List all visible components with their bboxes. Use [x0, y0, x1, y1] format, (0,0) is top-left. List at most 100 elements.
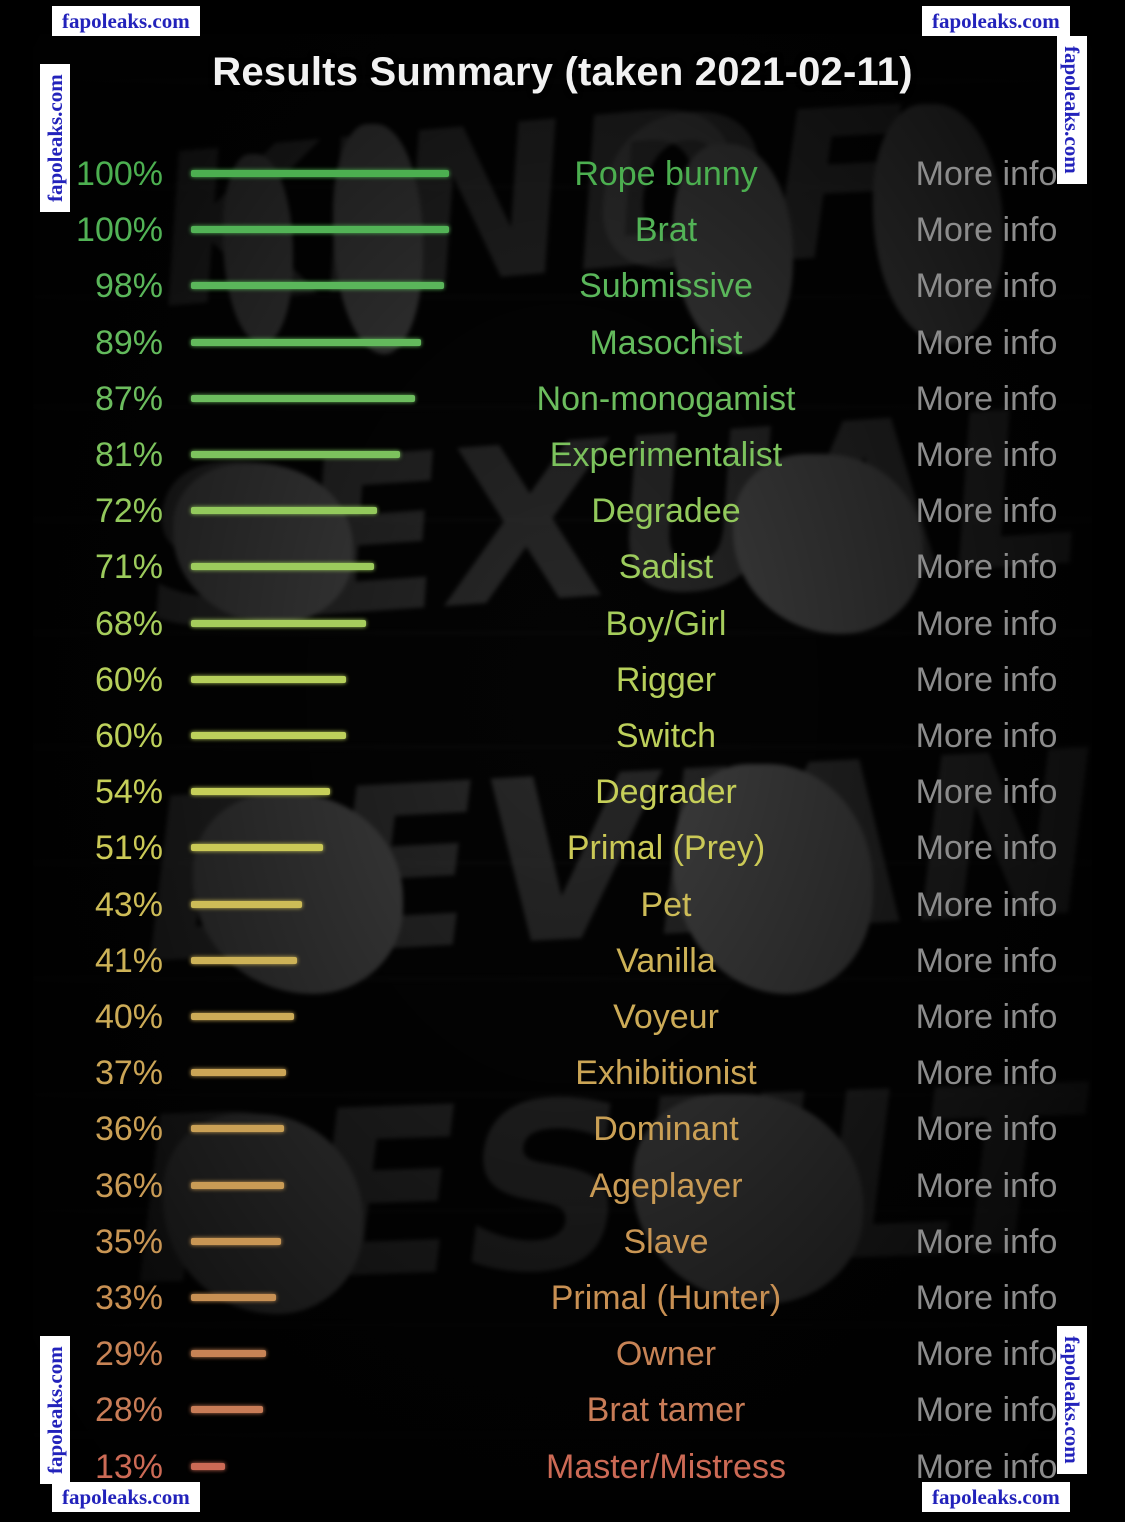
bar-fill	[191, 563, 375, 571]
kink-label: Boy/Girl	[605, 604, 727, 643]
result-row: 36% Ageplayer More info	[33, 1158, 1092, 1214]
kink-label: Daddy/Mommy	[451, 1495, 881, 1500]
bar-fill	[191, 788, 331, 796]
result-row: 100% Rope bunny More info	[33, 146, 1092, 202]
percent-value: 72%	[94, 492, 163, 531]
percent-value: 37%	[94, 1054, 163, 1093]
kink-label: Submissive	[579, 267, 753, 306]
percent-value: 71%	[94, 548, 163, 587]
more-info-link[interactable]: More info	[881, 371, 1092, 427]
watermark-bottom-left-vertical: fapoleaks.com	[40, 1336, 71, 1484]
bar-track	[191, 427, 451, 483]
result-row: 89% Masochist More info	[33, 315, 1092, 371]
kink-label: Exhibitionist	[575, 1054, 757, 1093]
result-row: 54% Degrader More info	[33, 764, 1092, 820]
result-row: 60% Switch More info	[33, 708, 1092, 764]
more-info-link[interactable]: More info	[881, 764, 1092, 820]
bar-track	[191, 258, 451, 314]
kink-label: Experimentalist	[549, 436, 783, 474]
result-row: 36% Dominant More info	[33, 1101, 1092, 1157]
bar-fill	[191, 226, 449, 234]
bar-track	[191, 708, 451, 764]
kink-label: Primal (Prey)	[566, 829, 766, 868]
bar-track	[191, 877, 451, 933]
more-info-link[interactable]: More info	[881, 258, 1092, 314]
bar-fill	[191, 1181, 284, 1189]
percent-value: 60%	[94, 660, 163, 699]
more-info-link[interactable]: More info	[881, 652, 1092, 708]
more-info-link[interactable]: More info	[881, 708, 1092, 764]
bar-fill	[191, 170, 449, 177]
kink-label: Pet	[640, 885, 692, 924]
bar-track	[191, 652, 451, 708]
more-info-link[interactable]: More info	[881, 1101, 1092, 1157]
bar-fill	[191, 732, 346, 739]
bar-track	[191, 1158, 451, 1214]
watermark-right-vertical: fapoleaks.com	[1056, 36, 1087, 184]
kink-label: Master/Mistress	[546, 1447, 786, 1486]
result-row: 68% Boy/Girl More info	[33, 596, 1092, 652]
more-info-link[interactable]: More info	[881, 202, 1092, 258]
kink-label: Brat tamer	[586, 1391, 746, 1430]
more-info-link[interactable]: More info	[881, 1214, 1092, 1270]
bar-track	[191, 1045, 451, 1101]
kink-label: Ageplayer	[589, 1166, 743, 1205]
percent-value: 35%	[94, 1222, 163, 1261]
bar-fill	[191, 1294, 277, 1301]
kink-label: Non-monogamist	[536, 379, 796, 418]
watermark-left-vertical: fapoleaks.com	[40, 64, 71, 212]
result-row: 81% Experimentalist More info	[33, 427, 1092, 483]
bar-fill	[191, 507, 377, 515]
bar-track	[191, 371, 451, 427]
result-row: 43% Pet More info	[33, 877, 1092, 933]
more-info-link[interactable]: More info	[881, 315, 1092, 371]
more-info-link[interactable]: More info	[881, 877, 1092, 933]
more-info-link[interactable]: More info	[881, 427, 1092, 483]
more-info-link[interactable]: More info	[881, 539, 1092, 595]
kink-label: Degradee	[591, 492, 741, 531]
bar-fill	[191, 675, 346, 683]
bar-track	[191, 483, 451, 539]
percent-value: 54%	[94, 773, 163, 812]
more-info-link[interactable]: More info	[881, 1158, 1092, 1214]
result-row: 28% Brat tamer More info	[33, 1382, 1092, 1438]
bar-fill	[191, 1013, 295, 1020]
percent-value: 98%	[94, 267, 163, 306]
kink-label: Owner	[615, 1335, 717, 1374]
page-title: Results Summary (taken 2021-02-11)	[212, 50, 913, 94]
bar-fill	[191, 451, 400, 458]
bar-track	[191, 1439, 451, 1495]
bar-track	[191, 989, 451, 1045]
bar-fill	[191, 282, 444, 290]
bar-track	[191, 315, 451, 371]
kink-label: Masochist	[589, 323, 743, 362]
bar-track	[191, 202, 451, 258]
percent-value: 87%	[94, 379, 163, 418]
result-row: 51% Primal (Prey) More info	[33, 820, 1092, 876]
more-info-link[interactable]: More info	[881, 989, 1092, 1045]
kink-label: Sadist	[618, 548, 714, 587]
more-info-link[interactable]: More info	[881, 483, 1092, 539]
bar-track	[191, 1270, 451, 1326]
bar-fill	[191, 338, 421, 346]
watermark-top-right: fapoleaks.com	[922, 6, 1070, 37]
bar-fill	[191, 1462, 225, 1470]
watermark-bottom-left: fapoleaks.com	[52, 1482, 200, 1513]
results-poster: KIND OF SEXUAL DEVIANT RESULT Results Su…	[33, 34, 1092, 1500]
more-info-link[interactable]: More info	[881, 596, 1092, 652]
bar-fill	[191, 844, 323, 852]
kink-label: Dominant	[593, 1110, 739, 1149]
result-row: 37% Exhibitionist More info	[33, 1045, 1092, 1101]
more-info-link[interactable]: More info	[881, 1045, 1092, 1101]
percent-value: 36%	[94, 1166, 163, 1205]
more-info-link[interactable]: More info	[881, 1270, 1092, 1326]
bar-fill	[191, 619, 367, 627]
bar-track	[191, 596, 451, 652]
bar-track	[191, 1326, 451, 1382]
percent-value: 81%	[94, 436, 163, 474]
more-info-link[interactable]: More info	[881, 933, 1092, 989]
percent-value: 89%	[94, 323, 163, 362]
percent-value: 60%	[94, 717, 163, 755]
bar-fill	[191, 900, 302, 908]
more-info-link[interactable]: More info	[881, 820, 1092, 876]
